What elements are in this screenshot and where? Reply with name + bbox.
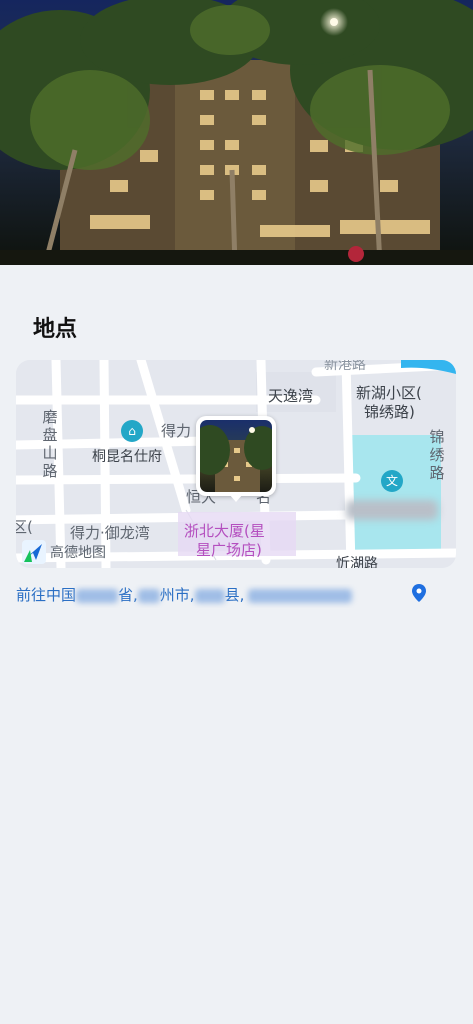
map-label-xinhu-road: 忻湖路 — [336, 556, 378, 568]
map-label-xinhu-line2: 锦绣路) — [364, 403, 415, 421]
map-label-tianyiwan: 天逸湾 — [268, 387, 314, 405]
redacted-label — [346, 500, 438, 520]
address-prefix: 前往中国 — [16, 586, 77, 604]
redacted-county — [194, 588, 225, 603]
map-label-zhebei-line2: 星广场店) — [196, 541, 262, 559]
amap-brand-text: 高德地图 — [50, 545, 106, 561]
photo-location-pin[interactable] — [196, 416, 276, 502]
redacted-city — [137, 588, 160, 603]
location-map[interactable]: 新港路 天逸湾 新湖小区( 锦绣路) 磨盘山路 得力 ⌂ 桐昆名仕府 锦绣路 文… — [16, 360, 456, 568]
map-label-tongkun: 桐昆名仕府 — [92, 449, 162, 465]
address-city-suffix: 州市, — [159, 586, 195, 604]
map-label-deli-top: 得力 — [161, 422, 192, 440]
redacted-province — [76, 588, 119, 603]
map-label-xinhu-line1: 新湖小区( — [356, 384, 422, 402]
amap-brand: 高德地图 — [22, 540, 106, 564]
address-county-suffix: 县, — [224, 586, 245, 604]
address-province-suffix: 省, — [118, 586, 138, 604]
map-label-jinxiu-road: 锦绣路 — [429, 428, 445, 482]
redacted-street — [248, 588, 353, 603]
map-label-zhebei-line1: 浙北大厦(星 — [184, 522, 265, 540]
hero-photo[interactable] — [0, 0, 473, 265]
building-poi-icon[interactable]: ⌂ — [121, 420, 143, 442]
pin-thumbnail — [200, 420, 272, 492]
map-label-mopanshan: 磨盘山路 — [42, 408, 58, 480]
navigate-address-link[interactable]: 前往中国 省, 州市, 县, — [16, 584, 456, 608]
map-label-top-road: 新港路 — [324, 360, 366, 373]
hero-photo-art — [0, 0, 473, 265]
school-poi-icon[interactable]: 文 — [381, 470, 403, 492]
section-title: 地点 — [33, 317, 78, 342]
amap-logo-icon — [22, 540, 46, 564]
location-pin-icon — [412, 584, 426, 606]
map-label-left-edge: 区( — [16, 518, 33, 536]
